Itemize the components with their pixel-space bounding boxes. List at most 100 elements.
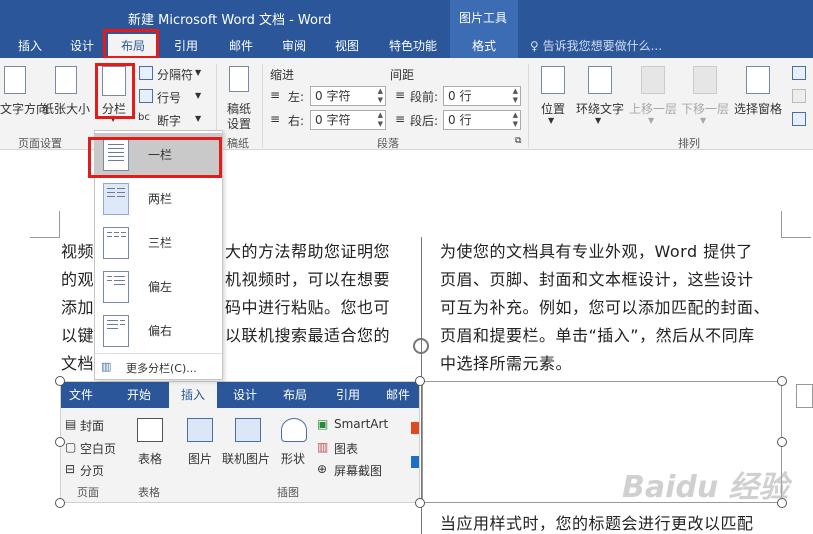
- bring-forward-button[interactable]: 上移一层: [629, 100, 677, 117]
- picture-tab: 文件: [69, 388, 94, 402]
- menu-item-more-columns[interactable]: ▥ 更多分栏(C)...: [95, 353, 222, 379]
- tab-review[interactable]: 审阅: [272, 34, 316, 58]
- chart-icon: ▥: [317, 440, 329, 454]
- group-icon[interactable]: [792, 89, 806, 103]
- three-columns-icon: [103, 227, 129, 259]
- text-line: 的观: [61, 270, 95, 289]
- tab-view[interactable]: 视图: [325, 34, 369, 58]
- dialog-launcher-icon[interactable]: ⧉: [515, 136, 521, 146]
- text-line: 添加: [61, 298, 95, 317]
- spacing-after-icon: ≡: [395, 112, 406, 126]
- rotate-icon[interactable]: [792, 112, 806, 126]
- menu-item-two-columns[interactable]: 两栏: [95, 177, 222, 221]
- page-break-label: 分页: [80, 464, 105, 478]
- picture-tab: 布局: [283, 388, 308, 402]
- group-label-page-setup: 页面设置: [18, 137, 62, 150]
- layout-options-icon[interactable]: [796, 384, 813, 408]
- columns-button-highlight: [95, 63, 135, 119]
- tab-references[interactable]: 引用: [164, 34, 208, 58]
- text-line: 大的方法帮助您证明您: [225, 242, 391, 261]
- indent-right-label: 右:: [288, 114, 305, 128]
- text-line: 视频: [61, 242, 95, 261]
- resize-handle[interactable]: [415, 376, 425, 386]
- spin-arrows-icon[interactable]: ▲ ▼: [513, 111, 518, 129]
- cover-page-icon: ▤: [65, 417, 77, 431]
- resize-handle[interactable]: [55, 498, 65, 508]
- window-title: 新建 Microsoft Word 文档 - Word: [128, 13, 332, 28]
- one-column-highlight: [88, 137, 222, 178]
- menu-item-left[interactable]: 偏左: [95, 265, 222, 309]
- chevron-down-icon: ▼: [195, 91, 202, 100]
- text-line: 以键: [61, 326, 95, 345]
- margin-mark: [59, 211, 60, 238]
- margin-mark: [30, 237, 60, 238]
- tab-design[interactable]: 设计: [60, 34, 104, 58]
- text-direction-button[interactable]: 文字方向: [0, 100, 48, 117]
- indent-right-input[interactable]: 0 字符 ▲ ▼: [310, 110, 386, 130]
- resize-handle[interactable]: [777, 376, 787, 386]
- picture-group-illustrations: 插图: [277, 486, 299, 499]
- position-button[interactable]: 位置: [541, 100, 565, 117]
- hyphenation-button[interactable]: 断字: [157, 112, 181, 129]
- spin-arrows-icon[interactable]: ▲ ▼: [378, 111, 383, 129]
- text-line: 机视频时，可以在想要: [225, 270, 391, 289]
- indent-left-input[interactable]: 0 字符 ▲ ▼: [310, 86, 386, 106]
- breaks-button[interactable]: 分隔符: [157, 66, 193, 83]
- line-numbers-button[interactable]: 行号: [157, 89, 181, 106]
- picture-label: 图片: [188, 452, 213, 466]
- indent-left-value: 0 字符: [315, 89, 351, 103]
- more-columns-label: 更多分栏(C)...: [126, 362, 197, 375]
- menu-item-label: 三栏: [148, 236, 173, 250]
- menu-item-three-columns[interactable]: 三栏: [95, 221, 222, 265]
- tell-me-search[interactable]: ♀ 告诉我您想要做什么...: [530, 34, 662, 58]
- align-icon[interactable]: [792, 66, 806, 80]
- hyphenation-icon: bc: [138, 112, 150, 123]
- group-separator: [528, 64, 529, 148]
- shapes-icon: [281, 418, 307, 442]
- inserted-picture[interactable]: 文件 开始 插入 设计 布局 引用 邮件 ▤ 封面 ▢ 空白页 ⊟ 分页 页面 …: [60, 381, 420, 503]
- online-picture-icon: [235, 418, 261, 442]
- picture-icon: [187, 418, 213, 442]
- paper-size-button[interactable]: 纸张大小: [42, 100, 90, 117]
- resize-handle[interactable]: [777, 437, 787, 447]
- tab-mailings[interactable]: 邮件: [219, 34, 263, 58]
- resize-handle[interactable]: [55, 376, 65, 386]
- spin-arrows-icon[interactable]: ▲ ▼: [378, 87, 383, 105]
- chevron-down-icon: ▼: [700, 116, 707, 125]
- addin-icon: [411, 456, 419, 468]
- group-label-manuscript: 稿纸: [227, 137, 249, 150]
- resize-handle[interactable]: [415, 498, 425, 508]
- wrap-text-icon: [588, 66, 612, 94]
- tab-special-features[interactable]: 特色功能: [380, 34, 446, 58]
- position-icon: [541, 66, 565, 94]
- selection-pane-button[interactable]: 选择窗格: [734, 100, 782, 117]
- text-line: 可互为补充。例如，您可以添加匹配的封面、: [440, 298, 771, 317]
- context-tab-group: 图片工具: [450, 0, 518, 34]
- wrap-text-button[interactable]: 环绕文字: [576, 100, 624, 117]
- chevron-down-icon: ▼: [648, 116, 655, 125]
- lightbulb-icon: ♀: [530, 39, 543, 53]
- resize-handle[interactable]: [55, 437, 65, 447]
- spacing-before-icon: ≡: [395, 88, 406, 102]
- send-backward-button[interactable]: 下移一层: [681, 100, 729, 117]
- context-tab-group-label: 图片工具: [459, 11, 508, 25]
- spin-arrows-icon[interactable]: ▲ ▼: [513, 87, 518, 105]
- shapes-label: 形状: [281, 452, 306, 466]
- rotate-handle-icon[interactable]: [413, 338, 429, 354]
- menu-item-right[interactable]: 偏右: [95, 309, 222, 353]
- picture-group-pages: 页面: [77, 486, 99, 499]
- left-column-text-a: 视频 的观 添加 以键 文档: [61, 238, 94, 378]
- chevron-down-icon: ▼: [548, 116, 555, 125]
- spacing-before-input[interactable]: 0 行 ▲ ▼: [443, 86, 521, 106]
- indent-label: 缩进: [270, 68, 295, 82]
- smartart-label: SmartArt: [334, 417, 389, 431]
- tab-insert[interactable]: 插入: [8, 34, 52, 58]
- spacing-after-value: 0 行: [448, 113, 472, 127]
- tab-format[interactable]: 格式: [450, 34, 518, 58]
- text-line: 页眉和提要栏。单击“插入”，然后从不同库: [440, 326, 755, 345]
- indent-right-value: 0 字符: [315, 113, 351, 127]
- picture-tab: 邮件: [386, 388, 411, 402]
- picture-tab: 设计: [233, 388, 258, 402]
- picture-group-table: 表格: [138, 486, 160, 499]
- spacing-after-input[interactable]: 0 行 ▲ ▼: [443, 110, 521, 130]
